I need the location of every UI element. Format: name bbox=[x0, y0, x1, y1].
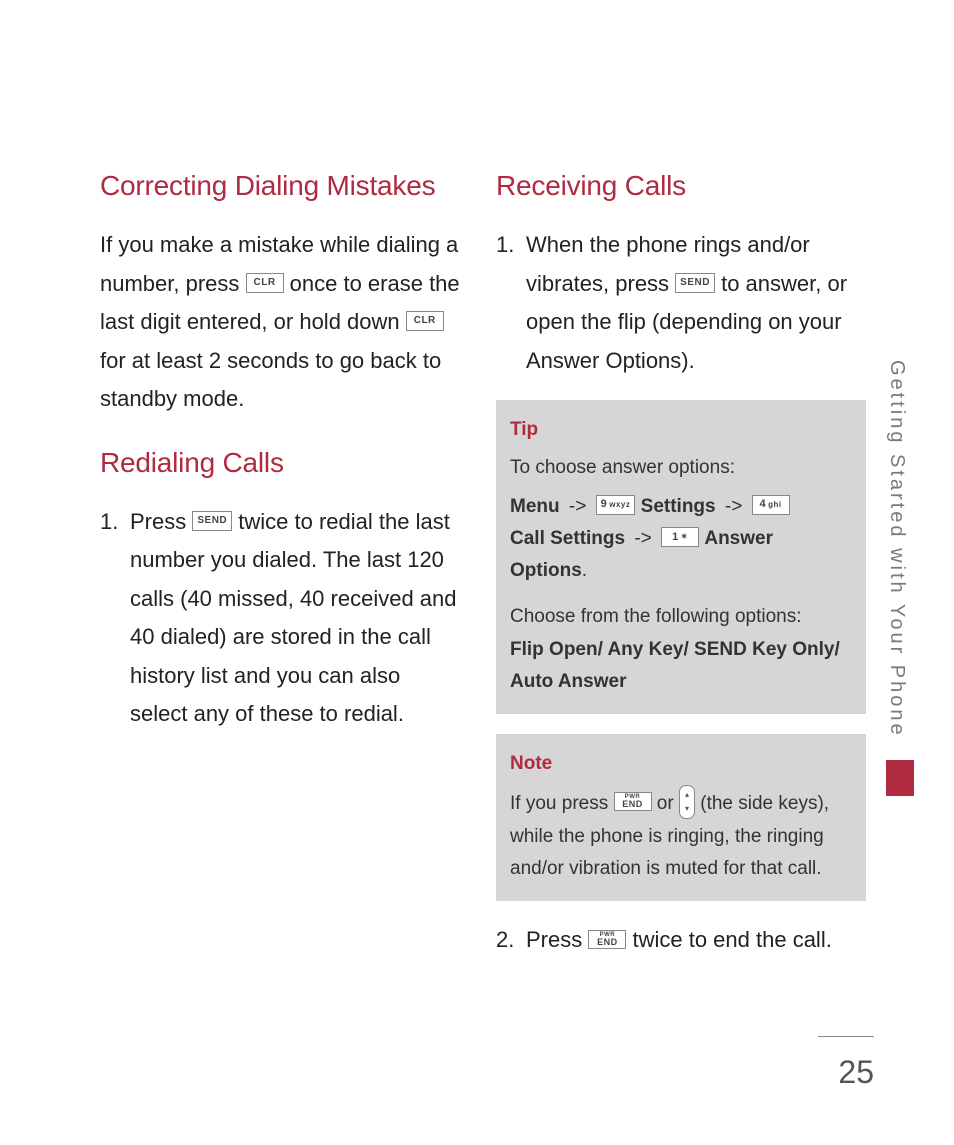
tip-sequence: Menu -> 9wxyz Settings -> 4ghi Call Sett… bbox=[510, 491, 852, 588]
key-sub: ✶ bbox=[681, 530, 688, 544]
list-item: 1. Press SEND twice to redial the last n… bbox=[100, 503, 460, 734]
digit-9-key-icon: 9wxyz bbox=[596, 495, 636, 515]
paragraph-correcting: If you make a mistake while dialing a nu… bbox=[100, 226, 460, 419]
key-main: END bbox=[597, 938, 618, 947]
step-text: When the phone rings and/or vibrates, pr… bbox=[526, 226, 866, 380]
heading-receiving-calls: Receiving Calls bbox=[496, 170, 866, 202]
key-digit: 1 bbox=[672, 528, 679, 547]
heading-redialing-calls: Redialing Calls bbox=[100, 447, 460, 479]
key-sub: ghi bbox=[768, 498, 782, 512]
end-key-icon: PWR END bbox=[614, 792, 652, 811]
clr-key-icon: CLR bbox=[246, 273, 284, 293]
step-text: Press PWR END twice to end the call. bbox=[526, 921, 866, 960]
left-column: Correcting Dialing Mistakes If you make … bbox=[100, 170, 460, 980]
heading-correcting-dialing-mistakes: Correcting Dialing Mistakes bbox=[100, 170, 460, 202]
call-settings-label: Call Settings bbox=[510, 528, 625, 549]
send-key-icon: SEND bbox=[675, 273, 715, 293]
arrow-icon: -> bbox=[725, 496, 742, 517]
key-sub: wxyz bbox=[609, 498, 630, 512]
note-box: Note If you press PWR END or ▴▾ (the sid… bbox=[496, 734, 866, 901]
key-digit: 9 bbox=[601, 495, 608, 514]
clr-key-icon: CLR bbox=[406, 311, 444, 331]
tip-line: Choose from the following options: bbox=[510, 601, 852, 633]
settings-label: Settings bbox=[641, 496, 716, 517]
step-number: 1. bbox=[496, 226, 526, 265]
page-number-divider bbox=[818, 1036, 874, 1037]
text-fragment: twice to end the call. bbox=[632, 927, 831, 952]
digit-1-key-icon: 1✶ bbox=[661, 527, 699, 547]
step-number: 1. bbox=[100, 503, 130, 542]
note-title: Note bbox=[510, 748, 852, 780]
text-fragment: Press bbox=[526, 927, 588, 952]
list-item: 1. When the phone rings and/or vibrates,… bbox=[496, 226, 866, 380]
text-fragment: or bbox=[657, 793, 679, 814]
text-fragment: for at least 2 seconds to go back to sta… bbox=[100, 348, 441, 412]
section-tab-label: Getting Started with Your Phone bbox=[885, 360, 908, 738]
key-main: END bbox=[622, 800, 643, 809]
section-tab-marker bbox=[886, 760, 914, 796]
right-column: Receiving Calls 1. When the phone rings … bbox=[496, 170, 866, 980]
text-fragment: twice to redial the last number you dial… bbox=[130, 509, 457, 727]
page-number: 25 bbox=[838, 1054, 874, 1091]
redial-steps: 1. Press SEND twice to redial the last n… bbox=[100, 503, 460, 734]
tip-title: Tip bbox=[510, 414, 852, 446]
tip-options: Flip Open/ Any Key/ SEND Key Only/ Auto … bbox=[510, 634, 852, 699]
receiving-steps: 1. When the phone rings and/or vibrates,… bbox=[496, 226, 866, 380]
send-key-icon: SEND bbox=[192, 511, 232, 531]
arrow-icon: -> bbox=[569, 496, 586, 517]
tip-box: Tip To choose answer options: Menu -> 9w… bbox=[496, 400, 866, 714]
menu-label: Menu bbox=[510, 496, 560, 517]
receiving-step-2: 2. Press PWR END twice to end the call. bbox=[496, 921, 866, 960]
end-key-icon: PWR END bbox=[588, 930, 626, 949]
text-fragment: Press bbox=[130, 509, 192, 534]
note-body: If you press PWR END or ▴▾ (the side key… bbox=[510, 787, 852, 886]
key-digit: 4 bbox=[760, 495, 767, 514]
side-key-icon: ▴▾ bbox=[679, 785, 695, 819]
digit-4-key-icon: 4ghi bbox=[752, 495, 790, 515]
manual-page: Getting Started with Your Phone Correcti… bbox=[0, 0, 954, 1145]
step-number: 2. bbox=[496, 921, 526, 960]
text-fragment: If you press bbox=[510, 793, 614, 814]
step-text: Press SEND twice to redial the last numb… bbox=[130, 503, 460, 734]
period: . bbox=[582, 560, 587, 581]
tip-line: To choose answer options: bbox=[510, 452, 852, 484]
list-item: 2. Press PWR END twice to end the call. bbox=[496, 921, 866, 960]
arrow-icon: -> bbox=[634, 528, 651, 549]
